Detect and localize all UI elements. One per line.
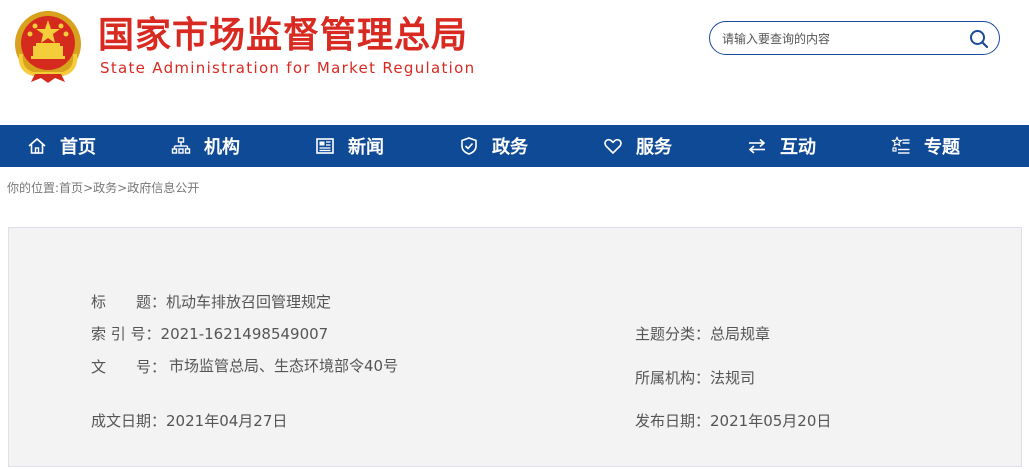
doc-date-row: 成文日期：2021年04月27日 <box>91 410 287 432</box>
doc-index-value: 2021-1621498549007 <box>160 325 329 343</box>
breadcrumb-link-affairs[interactable]: 政务 <box>93 181 117 195</box>
nav-item-label: 专题 <box>924 137 960 158</box>
news-icon <box>314 135 336 157</box>
search-box <box>709 21 1000 55</box>
nav-item-label: 新闻 <box>348 137 384 158</box>
doc-publish-value: 2021年05月20日 <box>710 412 832 430</box>
site-title-en: State Administration for Market Regulati… <box>100 59 476 77</box>
doc-date-value: 2021年04月27日 <box>166 412 288 430</box>
nav-item-label: 互动 <box>780 137 816 158</box>
doc-org-value: 法规司 <box>710 369 756 387</box>
breadcrumb: 你的位置:首页>政务>政府信息公开 <box>7 179 199 196</box>
home-icon <box>26 135 48 157</box>
doc-number-value: 市场监管总局、生态环境部令40号 <box>169 357 399 375</box>
doc-category-value: 总局规章 <box>710 325 771 343</box>
breadcrumb-link-gov-info[interactable]: 政府信息公开 <box>127 181 199 195</box>
shield-icon <box>458 135 480 157</box>
nav-item-interaction[interactable]: 互动 <box>746 125 816 167</box>
nav-item-home[interactable]: 首页 <box>26 125 96 167</box>
document-info-panel: 标 题：机动车排放召回管理规定 索 引 号：2021-1621498549007… <box>8 227 1022 467</box>
doc-date-label: 成文日期： <box>91 412 167 430</box>
main-nav: 首页 机构 新闻 政务 服务 互动 专题 <box>0 125 1029 167</box>
doc-number-label: 文 号： <box>91 358 167 376</box>
doc-index-row: 索 引 号：2021-1621498549007 <box>91 323 328 345</box>
breadcrumb-link-home[interactable]: 首页 <box>59 181 83 195</box>
nav-item-label: 首页 <box>60 137 96 158</box>
doc-org-row: 所属机构：法规司 <box>635 367 755 389</box>
nav-item-org[interactable]: 机构 <box>170 125 240 167</box>
doc-org-label: 所属机构： <box>635 369 711 387</box>
nav-item-affairs[interactable]: 政务 <box>458 125 528 167</box>
doc-title-label: 标 题： <box>91 293 167 311</box>
nav-item-label: 政务 <box>492 137 528 158</box>
breadcrumb-separator: > <box>83 181 94 195</box>
exchange-icon <box>746 135 768 157</box>
doc-category-label: 主题分类： <box>635 325 711 343</box>
nav-item-service[interactable]: 服务 <box>602 125 672 167</box>
doc-title-value: 机动车排放召回管理规定 <box>166 293 332 311</box>
search-icon[interactable] <box>969 29 989 49</box>
nav-item-topics[interactable]: 专题 <box>890 125 960 167</box>
nav-item-label: 机构 <box>204 137 240 158</box>
org-icon <box>170 135 192 157</box>
breadcrumb-prefix: 你的位置: <box>7 181 60 195</box>
national-emblem-icon <box>15 11 81 83</box>
site-title-cn: 国家市场监督管理总局 <box>98 15 469 56</box>
search-input[interactable] <box>722 29 962 49</box>
doc-publish-row: 发布日期：2021年05月20日 <box>635 410 831 432</box>
nav-item-label: 服务 <box>636 137 672 158</box>
topic-icon <box>890 135 912 157</box>
doc-number-row: 文 号： 市场监管总局、生态环境部令40号 <box>91 356 421 400</box>
breadcrumb-separator: > <box>117 181 128 195</box>
doc-publish-label: 发布日期： <box>635 412 711 430</box>
doc-index-label: 索 引 号： <box>91 325 161 343</box>
doc-category-row: 主题分类：总局规章 <box>635 323 770 345</box>
doc-title-row: 标 题：机动车排放召回管理规定 <box>91 291 331 313</box>
heart-icon <box>602 135 624 157</box>
nav-item-news[interactable]: 新闻 <box>314 125 384 167</box>
site-header: 国家市场监督管理总局 State Administration for Mark… <box>0 0 1029 125</box>
